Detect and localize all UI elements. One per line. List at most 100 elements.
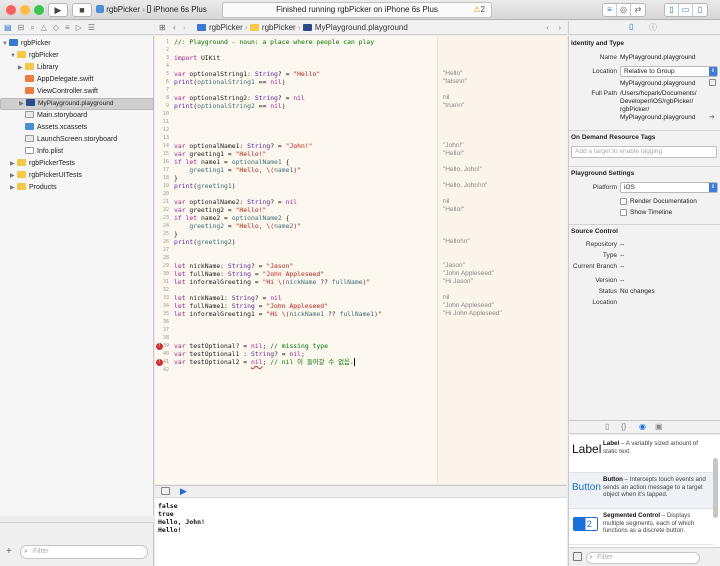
library-item-segmented-control[interactable]: 1 2 Segmented Control – Displays multipl… xyxy=(569,509,713,545)
disclosure-closed-icon[interactable]: ▶ xyxy=(19,100,26,109)
show-timeline-checkbox[interactable] xyxy=(620,209,627,216)
source-editor[interactable]: 1 2 3 4 5 6 7 8 9 10 11 12 13 14 15 16 1… xyxy=(155,36,567,484)
back-icon[interactable]: ‹ xyxy=(173,21,176,35)
library-scrollbar[interactable] xyxy=(713,458,718,518)
toggle-debug-area-icon[interactable]: ▭ xyxy=(679,4,693,16)
nav-forward-icon[interactable]: › xyxy=(558,21,561,35)
disclosure-open-icon[interactable]: ▼ xyxy=(2,38,9,50)
minimize-window-button[interactable] xyxy=(20,5,30,15)
breakpoint-navigator-icon[interactable]: ▷ xyxy=(76,23,82,32)
reveal-in-finder-icon[interactable] xyxy=(709,79,716,86)
navigator-filter-input[interactable]: ⌕ Filter xyxy=(20,545,148,559)
hide-debug-area-icon[interactable] xyxy=(161,487,170,495)
result-value[interactable]: "Hi Jason" xyxy=(443,278,473,286)
tree-item-infoplist[interactable]: Info.plist xyxy=(0,146,154,158)
breadcrumb-group[interactable]: rgbPicker xyxy=(262,23,296,32)
console-output[interactable]: false true Hello, John! Hello! xyxy=(155,498,567,566)
platform-select[interactable]: iOS ⇕ xyxy=(620,182,718,193)
line-number: 14 xyxy=(162,143,169,149)
tree-item-group[interactable]: ▼ rgbPicker xyxy=(0,50,154,62)
file-template-library-icon[interactable]: ▯ xyxy=(605,422,609,431)
result-value[interactable]: nil xyxy=(443,198,450,206)
code-snippet-library-icon[interactable]: {} xyxy=(621,422,626,431)
error-marker-icon[interactable]: ! xyxy=(156,359,163,366)
result-value[interactable]: "Hello!" xyxy=(443,206,464,214)
stop-button[interactable]: ■ xyxy=(72,3,92,17)
object-library-icon[interactable]: ◉ xyxy=(639,422,646,431)
disclosure-closed-icon[interactable]: ▶ xyxy=(10,182,17,194)
test-navigator-icon[interactable]: ◇ xyxy=(53,23,59,32)
result-value[interactable]: "Hello" xyxy=(443,70,462,78)
media-library-icon[interactable]: ▣ xyxy=(655,422,663,431)
result-value[interactable]: nil xyxy=(443,294,450,302)
tree-item-uitests[interactable]: ▶ rgbPickerUITests xyxy=(0,170,154,182)
tree-item-appdelegate[interactable]: AppDelegate.swift xyxy=(0,74,154,86)
result-value[interactable]: "Hello, John!" xyxy=(443,166,482,174)
tree-item-library[interactable]: ▶ Library xyxy=(0,62,154,74)
close-window-button[interactable] xyxy=(6,5,16,15)
disclosure-closed-icon[interactable]: ▶ xyxy=(10,170,17,182)
forward-icon[interactable]: › xyxy=(183,21,186,35)
assistant-editor-icon[interactable]: ◎ xyxy=(617,4,631,16)
quick-help-icon[interactable]: ⓘ xyxy=(649,22,657,33)
result-value[interactable]: "true\n" xyxy=(443,102,464,110)
grid-view-icon[interactable] xyxy=(573,552,582,561)
breadcrumb-project[interactable]: rgbPicker xyxy=(209,23,243,32)
segmented-control-icon: 1 2 xyxy=(573,517,598,531)
breadcrumb-file[interactable]: MyPlayground.playground xyxy=(315,23,408,32)
library-filter-input[interactable]: ⌕ Filter xyxy=(586,552,700,564)
result-value[interactable]: "Hi John Appleseed" xyxy=(443,310,502,318)
library-item-label[interactable]: Label Label – A variably sized amount of… xyxy=(569,437,713,473)
nav-back-icon[interactable]: ‹ xyxy=(546,21,549,35)
add-icon[interactable]: + xyxy=(6,547,16,557)
tree-item-products[interactable]: ▶ Products xyxy=(0,182,154,194)
tree-item-tests[interactable]: ▶ rgbPickerTests xyxy=(0,158,154,170)
disclosure-closed-icon[interactable]: ▶ xyxy=(10,158,17,170)
disclosure-open-icon[interactable]: ▼ xyxy=(10,50,17,62)
file-inspector-icon[interactable]: ▯ xyxy=(629,22,633,31)
location-select[interactable]: Relative to Group ⇕ xyxy=(620,66,718,77)
find-navigator-icon[interactable]: ⌕ xyxy=(30,23,34,33)
warning-badge[interactable]: ⚠2 xyxy=(473,3,485,17)
result-value[interactable]: "Hello, John!\n" xyxy=(443,182,487,190)
scheme-selector[interactable]: rgbPicker › iPhone 6s Plus xyxy=(96,3,207,17)
odr-tags-field[interactable]: Add a target to enable tagging xyxy=(571,146,717,158)
report-navigator-icon[interactable]: ☰ xyxy=(88,23,95,32)
result-value[interactable]: "John!" xyxy=(443,142,464,150)
tree-item-viewcontroller[interactable]: ViewController.swift xyxy=(0,86,154,98)
debug-navigator-icon[interactable]: ≡ xyxy=(65,23,70,32)
execute-playground-icon[interactable]: ▶ xyxy=(180,486,187,497)
view-toggle-control[interactable]: ▯ ▭ ▯ xyxy=(664,3,708,17)
tree-item-launchscreen[interactable]: LaunchScreen.storyboard xyxy=(0,134,154,146)
version-editor-icon[interactable]: ⇄ xyxy=(631,4,645,16)
related-items-icon[interactable]: ⊞ xyxy=(159,21,166,35)
library-item-description: Button – Intercepts touch events and sen… xyxy=(603,476,706,498)
result-value[interactable]: "Jason" xyxy=(443,262,465,270)
result-value[interactable]: "false\n" xyxy=(443,78,467,86)
reveal-path-icon[interactable]: ➔ xyxy=(709,113,715,121)
render-documentation-checkbox[interactable] xyxy=(620,198,627,205)
tree-item-playground[interactable]: ▶ MyPlayground.playground xyxy=(0,98,154,110)
editor-mode-control[interactable]: ≡ ◎ ⇄ xyxy=(602,3,646,17)
toggle-utilities-icon[interactable]: ▯ xyxy=(693,4,707,16)
tree-item-project[interactable]: ▼ rgbPicker xyxy=(0,38,154,50)
result-value[interactable]: "John Appleseed" xyxy=(443,302,494,310)
disclosure-closed-icon[interactable]: ▶ xyxy=(18,62,25,74)
project-navigator-icon[interactable]: ▤ xyxy=(4,23,12,32)
result-value[interactable]: "John Appleseed" xyxy=(443,270,494,278)
line-number: 36 xyxy=(162,319,169,325)
result-value[interactable]: "Hello!" xyxy=(443,150,464,158)
toggle-navigator-icon[interactable]: ▯ xyxy=(665,4,679,16)
symbol-navigator-icon[interactable]: ⊟ xyxy=(18,23,25,32)
zoom-window-button[interactable] xyxy=(34,5,44,15)
run-button[interactable]: ▶ xyxy=(48,3,68,17)
tree-item-assets[interactable]: Assets.xcassets xyxy=(0,122,154,134)
library-item-button[interactable]: Button Button – Intercepts touch events … xyxy=(569,473,713,509)
issue-navigator-icon[interactable]: △ xyxy=(41,23,47,32)
tree-item-main-storyboard[interactable]: Main.storyboard xyxy=(0,110,154,122)
result-value[interactable]: nil xyxy=(443,94,450,102)
name-value[interactable]: MyPlayground.playground xyxy=(620,54,696,61)
result-value[interactable]: "Hello!\n" xyxy=(443,238,470,246)
error-marker-icon[interactable]: ! xyxy=(156,343,163,350)
standard-editor-icon[interactable]: ≡ xyxy=(603,4,617,16)
